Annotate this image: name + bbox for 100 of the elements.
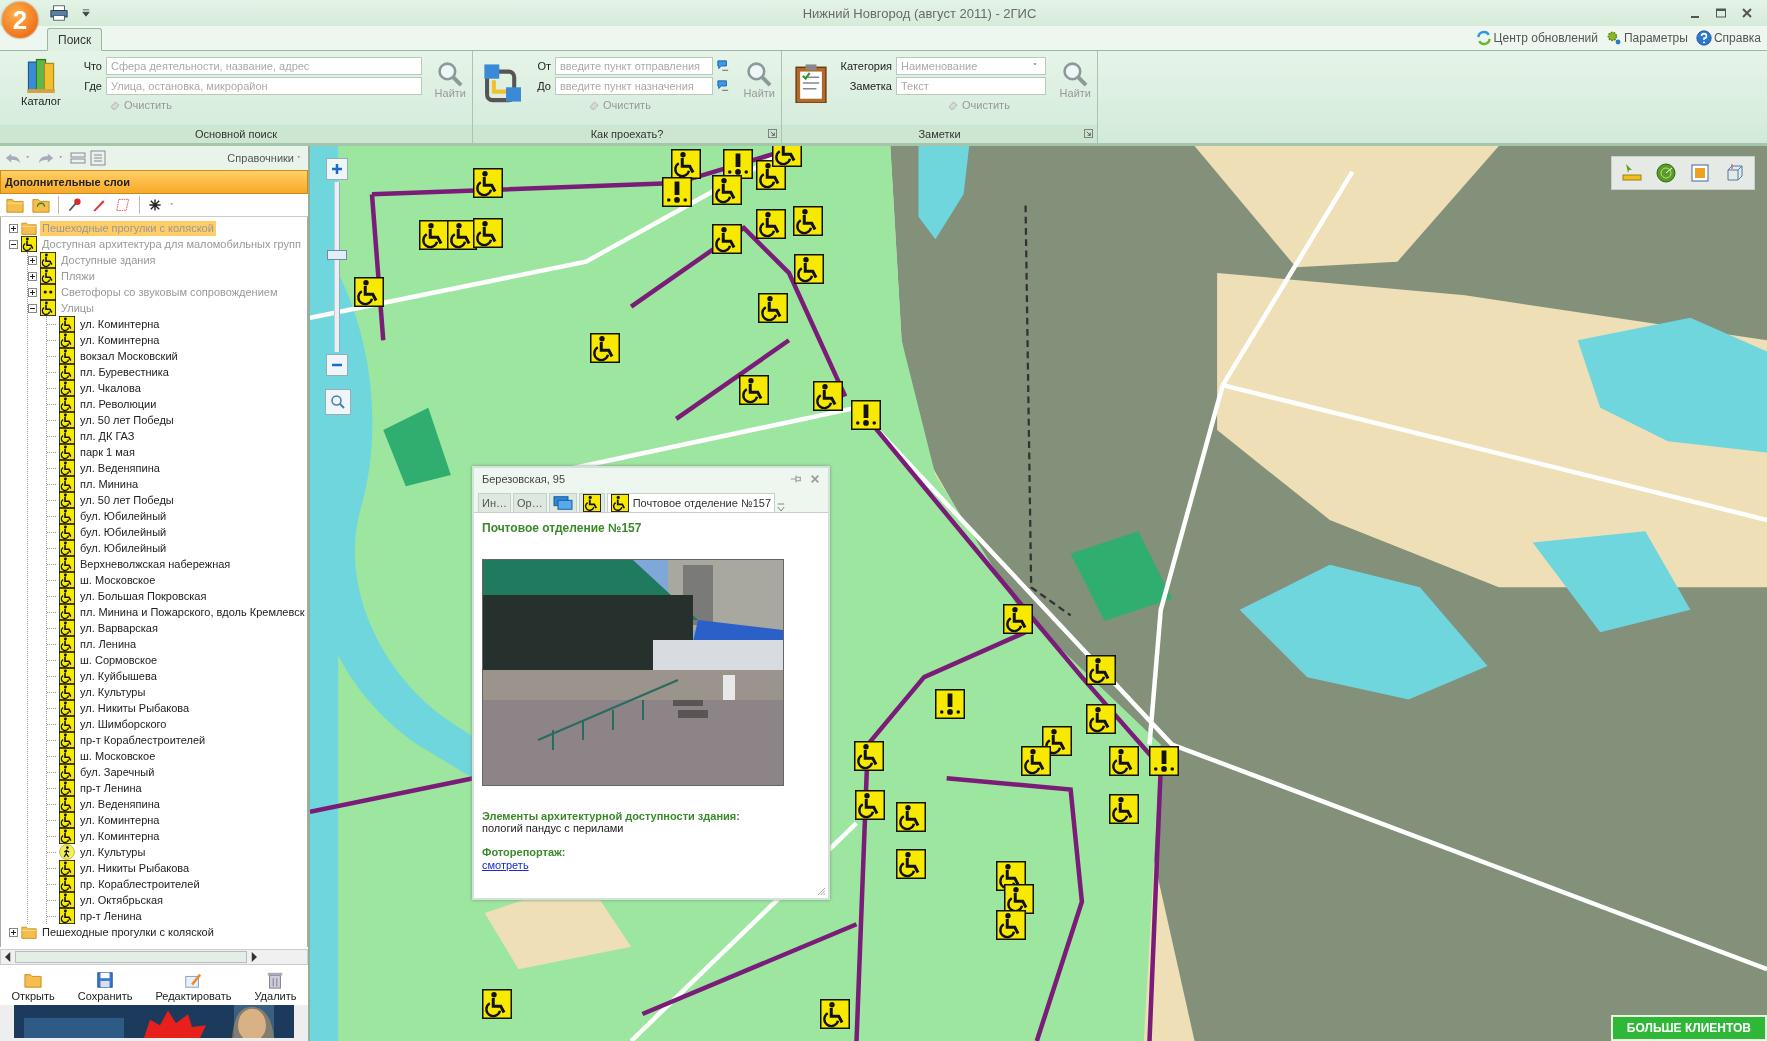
search-field[interactable]: Текст (896, 77, 1046, 95)
print-icon[interactable] (50, 5, 68, 21)
tree-item[interactable]: ул. Никиты Рыбакова (78, 860, 192, 876)
action-button[interactable]: Сохранить (77, 970, 133, 1002)
tree-item[interactable]: пр-т Ленина (78, 908, 144, 924)
expand-toggle[interactable] (28, 303, 37, 313)
tree-item[interactable]: пр-т Ленина (78, 780, 144, 796)
tree-item[interactable]: пл. Минина (78, 476, 141, 492)
catalog-button[interactable]: Каталог (10, 57, 72, 107)
tree-item[interactable]: ш. Московское (78, 572, 158, 588)
tree-item[interactable]: ул. Коминтерна (78, 316, 162, 332)
expand-icon[interactable] (768, 129, 777, 138)
wheelchair-icon (59, 588, 75, 604)
tree-item[interactable]: пл. Буревестника (78, 364, 171, 380)
wheelchair-icon (59, 892, 75, 908)
asterisk-icon[interactable] (148, 198, 162, 212)
field-label: Заметка (848, 80, 892, 92)
dropdown-icon[interactable] (82, 9, 90, 17)
ribbon-tab[interactable]: Поиск (47, 28, 103, 51)
search-field[interactable]: введите пункт отправления (555, 57, 713, 75)
tree-item[interactable]: ул. Большая Покровская (78, 588, 209, 604)
clipboard-icon (792, 63, 830, 103)
action-button[interactable]: Открыть (11, 970, 55, 1002)
menu-button[interactable]: Справочники (227, 152, 304, 164)
wheelchair-icon (59, 380, 75, 396)
tree-item[interactable]: ул. Коминтерна (78, 332, 162, 348)
scroll-right-icon[interactable] (251, 952, 257, 962)
wheelchair-icon (59, 828, 75, 844)
expand-toggle[interactable] (9, 223, 18, 233)
tree-item[interactable]: ш. Московское (78, 748, 158, 764)
horizontal-scrollbar[interactable] (0, 949, 308, 965)
group-caption: Заметки (918, 128, 961, 140)
tree-item[interactable]: бул. Юбилейный (78, 524, 169, 540)
eraser-icon (948, 99, 960, 111)
expand-icon[interactable] (1084, 129, 1093, 138)
tree-item[interactable]: бул. Юбилейный (78, 508, 169, 524)
tree-item[interactable]: ул. Культуры (78, 844, 148, 860)
search-field[interactable]: Улица, остановка, микрорайон (106, 77, 422, 95)
tree-item[interactable]: ул. 50 лет Победы (78, 412, 176, 428)
wheelchair-icon (59, 748, 75, 764)
tree-item[interactable]: ул. Коминтерна (78, 812, 162, 828)
wheelchair-icon (59, 364, 75, 380)
folder-icon (21, 220, 37, 236)
wheelchair-icon (59, 812, 75, 828)
category-dropdown[interactable]: Наименование (896, 57, 1046, 75)
tree-item[interactable]: Пешеходные прогулки с коляской (40, 924, 216, 940)
folder-refresh-icon[interactable] (32, 196, 50, 214)
tree-item[interactable]: пл. Ленина (78, 636, 139, 652)
tree-item[interactable]: бул. Заречный (78, 764, 157, 780)
expand-toggle[interactable] (9, 239, 18, 249)
tree-item[interactable]: парк 1 мая (78, 444, 137, 460)
search-field[interactable]: введите пункт назначения (555, 77, 713, 95)
header-link[interactable]: Параметры (1605, 30, 1688, 46)
wheelchair-icon (59, 716, 75, 732)
close-icon[interactable] (1741, 7, 1753, 19)
route-icon (483, 63, 521, 103)
tree-item[interactable]: ул. Веденяпина (78, 460, 162, 476)
action-button[interactable]: Редактировать (155, 970, 232, 1002)
tree-item[interactable]: ш. Сормовское (78, 652, 160, 668)
tree-item[interactable]: бул. Юбилейный (78, 540, 169, 556)
search-icon (1062, 61, 1089, 87)
tree-item[interactable]: пр-т Кораблестроителей (78, 732, 208, 748)
tree-item[interactable]: Верхневолжская набережная (78, 556, 233, 572)
tree-item[interactable]: ул. Шимборского (78, 716, 169, 732)
group-caption: Основной поиск (195, 128, 277, 140)
tree-item[interactable]: вокзал Московский (78, 348, 180, 364)
maximize-icon[interactable] (1715, 7, 1727, 19)
tree-item[interactable]: ул. Веденяпина (78, 796, 162, 812)
tree-item[interactable]: ул. Варварская (78, 620, 160, 636)
tree-item[interactable]: ул. Чкалова (78, 380, 143, 396)
search-field[interactable]: Сфера деятельности, название, адрес (106, 57, 422, 75)
wheelchair-icon (59, 860, 75, 876)
wheelchair-icon (59, 412, 75, 428)
expand-toggle[interactable] (28, 255, 37, 265)
tree-item[interactable]: пл. ДК ГАЗ (78, 428, 137, 444)
tree-item[interactable]: пл. Революции (78, 396, 159, 412)
expand-toggle[interactable] (9, 927, 18, 937)
tree-item[interactable]: ул. Культуры (78, 684, 148, 700)
tree-item[interactable]: ул. Куйбышева (78, 668, 159, 684)
wheelchair-icon (59, 556, 75, 572)
panel-header: Дополнительные слои (0, 170, 308, 194)
header-link[interactable]: Центр обновлений (1475, 30, 1598, 46)
wheelchair-icon (59, 700, 75, 716)
action-button[interactable]: Удалить (254, 970, 297, 1002)
expand-toggle[interactable] (28, 271, 37, 281)
tree-item[interactable]: ул. 50 лет Победы (78, 492, 176, 508)
scrollbar-thumb[interactable] (15, 951, 247, 963)
tree-item[interactable]: ул. Коминтерна (78, 828, 162, 844)
tree-item[interactable]: пр. Кораблестроителей (78, 876, 202, 892)
tree-item[interactable]: пл. Минина и Пожарского, вдоль Кремлевск (78, 604, 307, 620)
polygon-icon[interactable] (115, 197, 131, 213)
refresh-icon (1475, 30, 1492, 46)
scroll-left-icon[interactable] (5, 952, 11, 962)
expand-toggle[interactable] (28, 287, 37, 297)
catalog-icon (25, 57, 57, 93)
tree-item[interactable]: ул. Октябрьская (78, 892, 166, 908)
header-link[interactable]: Справка (1695, 30, 1761, 46)
wheelchair-icon (59, 636, 75, 652)
wheelchair-icon (59, 732, 75, 748)
tree-item[interactable]: ул. Никиты Рыбакова (78, 700, 192, 716)
